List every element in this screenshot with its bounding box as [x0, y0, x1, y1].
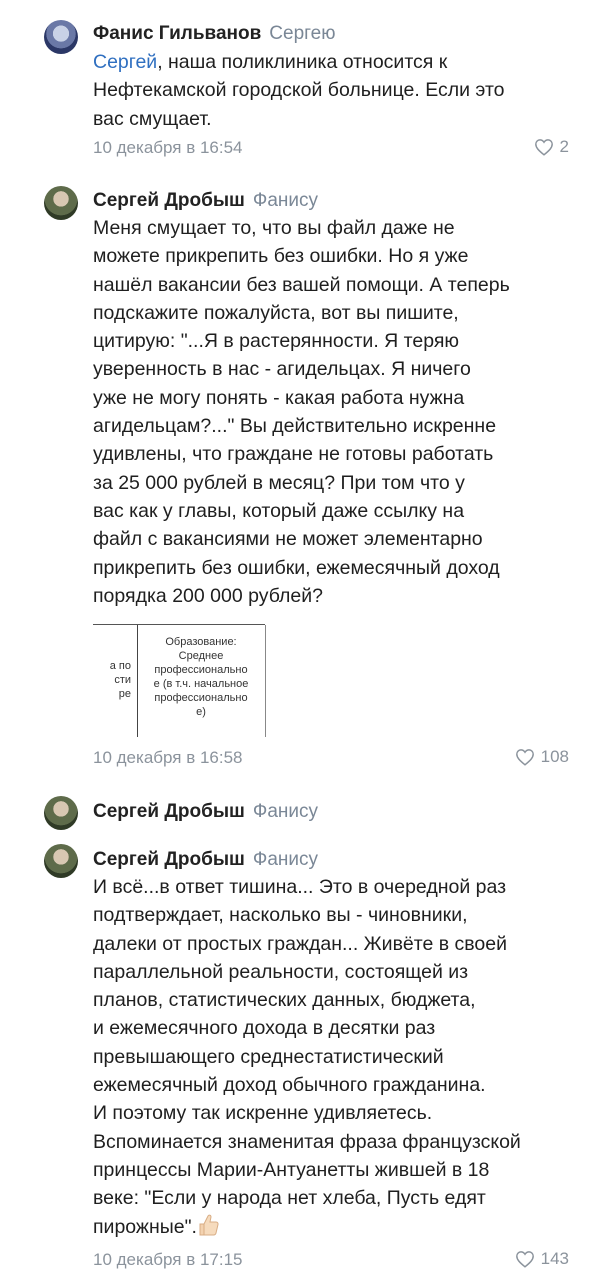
cell-text: профессионально — [154, 692, 248, 704]
heart-icon — [534, 139, 553, 156]
like-button[interactable]: 2 — [534, 137, 569, 157]
avatar[interactable] — [44, 796, 78, 830]
text-line: , наша поликлиника относится к — [157, 51, 448, 73]
like-button[interactable]: 143 — [515, 1249, 569, 1269]
heart-icon — [515, 1251, 534, 1268]
text-line: уверенность в нас - агидельцах. Я ничего — [93, 358, 471, 381]
cell-text: Среднее — [178, 650, 224, 662]
text-line: вас смущает. — [93, 107, 212, 130]
text-line: ежемесячный доход обычного гражданина. — [93, 1074, 486, 1097]
text-line: вас как у главы, который даже ссылку на — [93, 499, 465, 522]
like-count: 108 — [540, 747, 569, 766]
text-line: уже не могу понять - какая работа нужна — [93, 386, 465, 409]
comment-date[interactable]: 10 декабря в 16:54 — [93, 138, 243, 158]
text-line: за 25 000 рублей в месяц? При том что у — [93, 471, 465, 494]
reply-to[interactable]: Фанису — [253, 190, 318, 211]
avatar[interactable] — [44, 186, 78, 220]
table-divider — [265, 625, 266, 737]
cell-text: а по — [109, 660, 131, 672]
comment-header: Сергей Дробыш Фанису — [93, 190, 318, 212]
reply-to[interactable]: Сергею — [269, 23, 335, 44]
cell-text: ре — [118, 688, 131, 700]
text-line: планов, статистических данных, бюджета, — [93, 989, 476, 1012]
table-cell: а по сти ре — [93, 659, 137, 701]
author-name[interactable]: Сергей Дробыш — [93, 849, 245, 870]
mention-link[interactable]: Сергей — [93, 51, 157, 73]
text-line: пирожные". — [93, 1215, 197, 1238]
avatar[interactable] — [44, 844, 78, 878]
attached-image[interactable]: а по сти ре Образование: Среднее професс… — [93, 624, 266, 737]
comment-date[interactable]: 10 декабря в 16:58 — [93, 748, 243, 768]
text-line: агидельцам?..." Вы действительно искренн… — [93, 415, 497, 438]
like-count: 2 — [559, 137, 569, 156]
text-line: Нефтекамской городской больнице. Если эт… — [93, 79, 505, 102]
text-line: превышающего среднестатистический — [93, 1045, 444, 1068]
text-line: далеки от простых граждан... Живёте в св… — [93, 932, 508, 955]
text-line: Меня смущает то, что вы файл даже не — [93, 217, 455, 239]
text-line: параллельной реальности, состоящей из — [93, 960, 469, 983]
author-name[interactable]: Сергей Дробыш — [93, 801, 245, 822]
reply-to[interactable]: Фанису — [253, 801, 318, 822]
cell-text: Образование: — [165, 636, 237, 648]
thumbs-up-icon — [197, 1213, 219, 1237]
text-line: прикрепить без ошибки, ежемесячный доход — [93, 556, 500, 579]
comment-date[interactable]: 10 декабря в 17:15 — [93, 1250, 243, 1270]
text-line: И поэтому так искренне удивляетесь. — [93, 1102, 433, 1125]
author-name[interactable]: Фанис Гильванов — [93, 23, 261, 44]
text-line: подтверждает, насколько вы - чиновники, — [93, 904, 468, 927]
text-line: подскажите пожалуйста, вот вы пишите, — [93, 301, 459, 324]
text-line: цитирую: "...Я в растерянности. Я теряю — [93, 330, 460, 353]
cell-text: е) — [196, 706, 206, 718]
text-line: и ежемесячного дохода в десятки раз — [93, 1017, 436, 1040]
text-line: файл с вакансиями не может элементарно — [93, 528, 483, 551]
cell-text: профессионально — [154, 664, 248, 676]
comment-header: Фанис Гильванов Сергею — [93, 23, 335, 45]
comment-header: Сергей Дробыш Фанису — [93, 849, 318, 871]
text-line: принцессы Марии-Антуанетты жившей в 18 — [93, 1158, 490, 1181]
table-cell: Образование: Среднее профессионально е (… — [139, 635, 263, 719]
text-line: порядка 200 000 рублей? — [93, 584, 323, 607]
table-divider — [137, 625, 138, 737]
comment-text: Меня смущает то, что вы файл даже не мож… — [93, 214, 573, 610]
text-line: Вспоминается знаменитая фраза французско… — [93, 1130, 521, 1153]
reply-to[interactable]: Фанису — [253, 849, 318, 870]
text-line: И всё...в ответ тишина... Это в очередно… — [93, 876, 507, 898]
heart-icon — [515, 749, 534, 766]
like-button[interactable]: 108 — [515, 747, 569, 767]
comment-header: Сергей Дробыш Фанису — [93, 801, 318, 823]
comment-text: И всё...в ответ тишина... Это в очередно… — [93, 873, 573, 1241]
text-line: можете прикрепить без ошибки. Но я уже — [93, 245, 469, 268]
comment-text: Сергей, наша поликлиника относится к Неф… — [93, 48, 573, 133]
like-count: 143 — [540, 1249, 569, 1268]
avatar[interactable] — [44, 20, 78, 54]
text-line: удивлены, что граждане не готовы работат… — [93, 443, 494, 466]
text-line: веке: "Если у народа нет хлеба, Пусть ед… — [93, 1187, 486, 1210]
cell-text: е (в т.ч. начальное — [153, 678, 249, 690]
cell-text: сти — [114, 674, 131, 686]
text-line: нашёл вакансии без вашей помощи. А тепер… — [93, 273, 510, 296]
author-name[interactable]: Сергей Дробыш — [93, 190, 245, 211]
